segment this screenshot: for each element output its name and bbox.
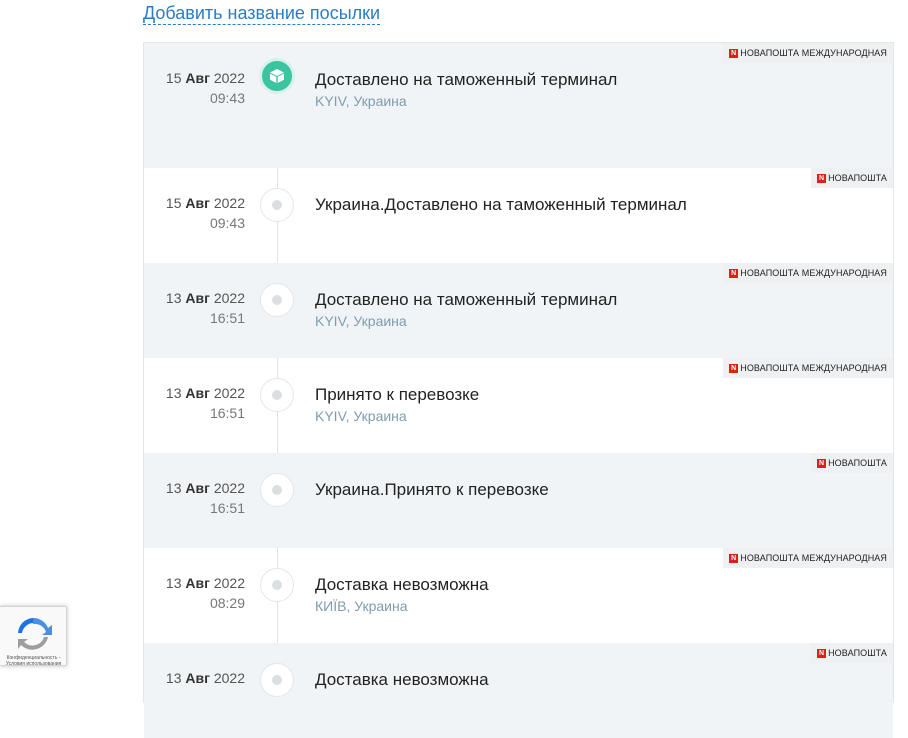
event-day: 13: [165, 575, 182, 591]
event-time: 16:51: [209, 310, 245, 326]
tracking-timeline: 15 Авг 2022 09:43 Доставлено на таможенный…: [143, 42, 894, 738]
carrier-badge: N НОВАПОШТА МЕЖДУНАРОДНАЯ: [723, 43, 893, 63]
event-location: KYIV, Украина: [315, 313, 407, 329]
recaptcha-badge[interactable]: Конфиденциальность - Условия использован…: [0, 606, 67, 667]
carrier-name: НОВАПОШТА МЕЖДУНАРОДНАЯ: [740, 363, 887, 373]
timeline-dot-icon: [260, 188, 294, 222]
carrier-name: НОВАПОШТА: [828, 458, 887, 468]
event-day: 15: [165, 70, 182, 86]
carrier-badge: N НОВАПОШТА: [811, 453, 893, 473]
carrier-name: НОВАПОШТА МЕЖДУНАРОДНАЯ: [740, 48, 887, 58]
event-day: 15: [165, 195, 182, 211]
event-month: Авг: [185, 385, 210, 401]
event-year: 2022: [213, 70, 245, 86]
event-month: Авг: [185, 575, 210, 591]
carrier-name: НОВАПОШТА МЕЖДУНАРОДНАЯ: [740, 268, 887, 278]
event-year: 2022: [213, 480, 245, 496]
event-date: 15 Авг 2022: [144, 70, 245, 86]
tracking-event: 15 Авг 2022 09:43 Доставлено на таможенный…: [144, 43, 893, 168]
carrier-badge: N НОВАПОШТА МЕЖДУНАРОДНАЯ: [723, 358, 893, 378]
tracking-event: 13 Авг 2022 Доставка невозможна N НОВАПОШТА: [144, 643, 893, 738]
event-location: KYIV, Украина: [315, 93, 407, 109]
event-year: 2022: [213, 670, 245, 686]
nova-poshta-logo-icon: N: [729, 363, 739, 373]
event-year: 2022: [213, 575, 245, 591]
event-date: 13 Авг 2022: [144, 575, 245, 591]
event-day: 13: [165, 385, 182, 401]
carrier-badge: N НОВАПОШТА МЕЖДУНАРОДНАЯ: [723, 263, 893, 283]
event-time: 09:43: [209, 90, 245, 106]
event-status: Украина.Доставлено на таможенный термина…: [315, 195, 687, 214]
carrier-name: НОВАПОШТА: [828, 173, 887, 183]
event-year: 2022: [213, 195, 245, 211]
event-date: 13 Авг 2022: [144, 385, 245, 401]
event-day: 13: [165, 670, 182, 686]
timeline-dot-icon: [260, 663, 294, 697]
carrier-name: НОВАПОШТА: [828, 648, 887, 658]
event-location: КИЇВ, Украина: [315, 598, 408, 614]
recaptcha-legal-text[interactable]: Конфиденциальность - Условия использован…: [0, 655, 67, 667]
carrier-badge: N НОВАПОШТА: [811, 643, 893, 663]
tracking-event: 13 Авг 2022 16:51 Доставлено на таможенный…: [144, 263, 893, 358]
timeline-dot-icon: [260, 378, 294, 412]
nova-poshta-logo-icon: N: [729, 48, 739, 58]
event-time: 16:51: [209, 500, 245, 516]
event-time: 08:29: [209, 595, 245, 611]
event-time: 16:51: [209, 405, 245, 421]
tracking-event: 15 Авг 2022 09:43 Украина.Доставлено на та…: [144, 168, 893, 263]
event-date: 13 Авг 2022: [144, 480, 245, 496]
event-day: 13: [165, 290, 182, 306]
event-status: Доставлено на таможенный терминал: [315, 290, 618, 309]
event-status: Доставка невозможна: [315, 575, 489, 594]
event-time: 09:43: [209, 215, 245, 231]
event-year: 2022: [213, 385, 245, 401]
event-status: Доставка невозможна: [315, 670, 489, 689]
event-month: Авг: [185, 670, 210, 686]
event-date: 13 Авг 2022: [144, 290, 245, 306]
nova-poshta-logo-icon: N: [729, 553, 739, 563]
event-month: Авг: [185, 195, 210, 211]
event-day: 13: [165, 480, 182, 496]
nova-poshta-logo-icon: N: [817, 648, 827, 658]
event-status: Принято к перевозке: [315, 385, 480, 404]
parcel-box-icon: [259, 58, 295, 94]
timeline-dot-icon: [260, 283, 294, 317]
carrier-name: НОВАПОШТА МЕЖДУНАРОДНАЯ: [740, 553, 887, 563]
event-location: KYIV, Украина: [315, 408, 407, 424]
event-date: 15 Авг 2022: [144, 195, 245, 211]
carrier-badge: N НОВАПОШТА МЕЖДУНАРОДНАЯ: [723, 548, 893, 568]
event-status: Доставлено на таможенный терминал: [315, 70, 618, 89]
tracking-event: 13 Авг 2022 08:29 Доставка невозможна КИЇВ,…: [144, 548, 893, 643]
nova-poshta-logo-icon: N: [817, 173, 827, 183]
add-parcel-name-link[interactable]: Добавить название посылки: [143, 2, 381, 25]
nova-poshta-logo-icon: N: [817, 458, 827, 468]
recaptcha-icon: [18, 617, 52, 650]
event-month: Авг: [185, 480, 210, 496]
event-date: 13 Авг 2022: [144, 670, 245, 686]
carrier-badge: N НОВАПОШТА: [811, 168, 893, 188]
timeline-dot-icon: [260, 473, 294, 507]
event-year: 2022: [213, 290, 245, 306]
event-month: Авг: [185, 290, 210, 306]
event-month: Авг: [185, 70, 210, 86]
event-status: Украина.Принято к перевозке: [315, 480, 549, 499]
tracking-event: 13 Авг 2022 16:51 Украина.Принято к перево…: [144, 453, 893, 548]
nova-poshta-logo-icon: N: [729, 268, 739, 278]
tracking-event: 13 Авг 2022 16:51 Принято к перевозке KYIV,…: [144, 358, 893, 453]
timeline-dot-icon: [260, 568, 294, 602]
